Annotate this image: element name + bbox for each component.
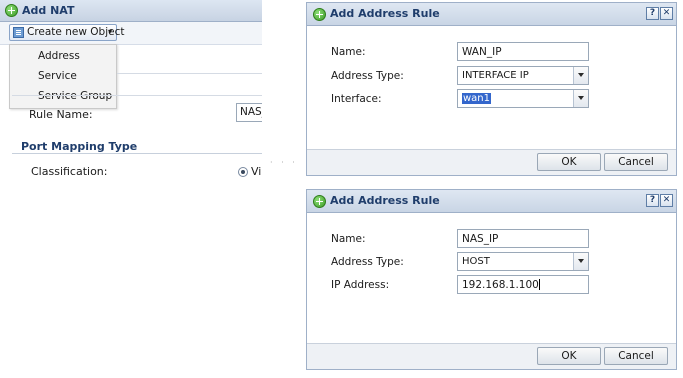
close-button[interactable]: ✕ <box>660 194 673 207</box>
name-label: Name: <box>331 233 366 245</box>
classification-radio[interactable] <box>238 167 248 177</box>
background-text-fragment <box>510 177 610 185</box>
ip-address-value: 192.168.1.100 <box>462 279 539 291</box>
chevron-down-icon[interactable] <box>573 67 588 84</box>
name-field[interactable]: WAN_IP <box>457 42 589 61</box>
ip-address-field[interactable]: 192.168.1.100 <box>457 275 589 294</box>
divider <box>117 73 262 74</box>
create-object-menu: Address Service Service Group <box>9 44 117 109</box>
dialog-footer: OK Cancel <box>307 343 676 369</box>
menu-item-address[interactable]: Address <box>10 46 116 66</box>
dialog-title: Add Address Rule <box>330 7 440 20</box>
address-type-label: Address Type: <box>331 70 404 82</box>
address-type-value: INTERFACE IP <box>462 70 529 81</box>
address-type-label: Address Type: <box>331 256 404 268</box>
interface-value: wan1 <box>462 93 492 104</box>
add-nat-titlebar: Add NAT <box>0 0 262 22</box>
rule-name-label: Rule Name: <box>29 108 93 121</box>
add-nat-panel: Add NAT Create new Object ▾ Address Serv… <box>0 0 262 180</box>
ip-address-label: IP Address: <box>331 279 390 291</box>
name-field[interactable]: NAS_IP <box>457 229 589 248</box>
help-button[interactable]: ? <box>646 194 659 207</box>
add-address-rule-dialog-host: Add Address Rule ? ✕ Name: NAS_IP Addres… <box>306 189 677 370</box>
ok-button[interactable]: OK <box>537 347 601 365</box>
cancel-button[interactable]: Cancel <box>604 347 668 365</box>
add-address-rule-dialog-interface: Add Address Rule ? ✕ Name: WAN_IP Addres… <box>306 2 677 176</box>
name-label: Name: <box>331 46 366 58</box>
separator-dots: · · · <box>270 158 298 167</box>
interface-label: Interface: <box>331 93 382 105</box>
menu-item-service[interactable]: Service <box>10 66 116 86</box>
interface-select[interactable]: wan1 <box>457 89 589 108</box>
chevron-down-icon[interactable] <box>573 90 588 107</box>
dialog-title: Add Address Rule <box>330 194 440 207</box>
add-circle-icon <box>313 8 326 21</box>
dialog-footer: OK Cancel <box>307 149 676 175</box>
add-circle-icon <box>313 195 326 208</box>
add-nat-title: Add NAT <box>22 4 75 17</box>
section-divider <box>12 153 262 154</box>
port-mapping-type-heading: Port Mapping Type <box>21 140 138 153</box>
address-type-select[interactable]: HOST <box>457 252 589 271</box>
help-button[interactable]: ? <box>646 7 659 20</box>
rule-name-input[interactable]: NAS_ <box>236 103 262 122</box>
close-button[interactable]: ✕ <box>660 7 673 20</box>
address-type-value: HOST <box>462 256 490 267</box>
classification-option-label: Vi <box>251 165 262 178</box>
ok-button[interactable]: OK <box>537 153 601 171</box>
chevron-down-icon[interactable] <box>573 253 588 270</box>
object-list-icon <box>13 27 24 38</box>
text-cursor <box>538 279 540 290</box>
menu-item-service-group[interactable]: Service Group <box>10 86 116 106</box>
chevron-down-icon: ▾ <box>107 27 112 36</box>
classification-label: Classification: <box>31 165 108 178</box>
cancel-button[interactable]: Cancel <box>604 153 668 171</box>
divider <box>12 95 262 96</box>
nat-toolbar: Create new Object ▾ <box>0 22 262 45</box>
dialog-titlebar: Add Address Rule ? ✕ <box>307 190 676 213</box>
address-type-select[interactable]: INTERFACE IP <box>457 66 589 85</box>
create-new-object-button[interactable]: Create new Object ▾ <box>9 24 124 41</box>
add-circle-icon <box>5 4 18 17</box>
dialog-titlebar: Add Address Rule ? ✕ <box>307 3 676 26</box>
